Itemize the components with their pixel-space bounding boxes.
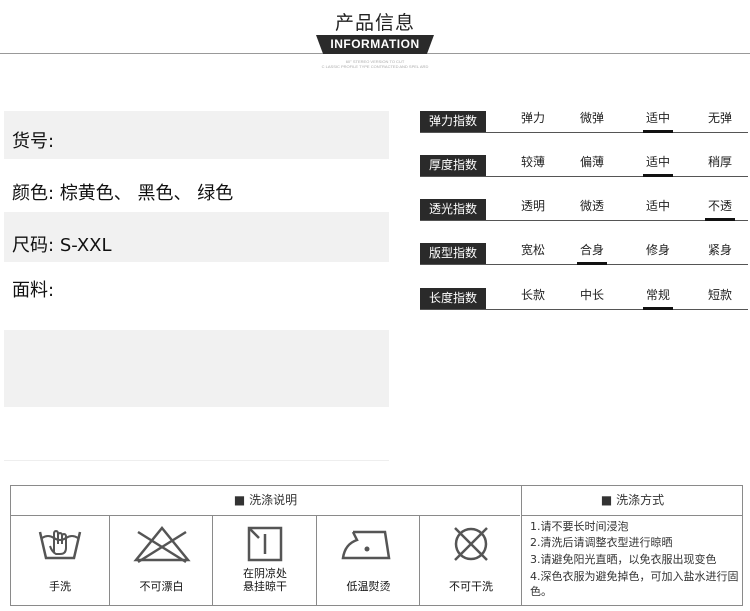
info-row-empty-2 — [4, 407, 389, 461]
index-label: 厚度指数 — [420, 155, 486, 176]
color-value: 棕黄色、 黑色、 绿色 — [59, 183, 234, 204]
index-option-selected: 合身 — [572, 241, 612, 265]
index-label: 长度指数 — [420, 288, 486, 309]
care-symbol-hand-wash: 手洗 — [11, 516, 109, 605]
low-iron-caption: 低温熨烫 — [346, 580, 391, 593]
index-option: 稍厚 — [707, 155, 732, 169]
care-symbol-shade-dry: 在阴凉处 悬挂晾干 — [212, 516, 317, 605]
hand-wash-caption: 手洗 — [49, 580, 71, 593]
index-row: 版型指数 宽松 合身 修身 紧身 — [420, 238, 748, 265]
low-iron-icon — [341, 530, 390, 560]
shade-dry-caption-line1: 在阴凉处 — [243, 567, 287, 580]
header-subtitle-line2: C LASSIC PROFILE TYPE CONTRACTED AND SPE… — [321, 64, 429, 69]
index-label: 弹力指数 — [420, 111, 486, 132]
size-value: S-XXL — [59, 235, 112, 256]
index-label: 透光指数 — [420, 199, 486, 220]
index-row: 长度指数 长款 中长 常规 短款 — [420, 283, 748, 310]
care-symbol-no-bleach: 不可漂白 — [109, 516, 213, 605]
index-option: 透明 — [520, 199, 545, 213]
fabric-label: 面料: — [12, 280, 55, 301]
index-row: 弹力指数 弹力 微弹 适中 无弹 — [420, 106, 748, 133]
no-bleach-icon — [132, 526, 191, 564]
index-option: 适中 — [645, 199, 670, 213]
information-badge: INFORMATION — [316, 35, 434, 54]
washing-method-header: ■ 洗涤方式 — [521, 486, 743, 516]
info-row-size: 尺码: S-XXL — [4, 212, 389, 262]
index-row: 透光指数 透明 微透 适中 不透 — [420, 194, 748, 221]
shade-dry-caption-line2: 悬挂晾干 — [243, 580, 287, 593]
no-dry-clean-caption: 不可干洗 — [449, 580, 493, 593]
index-option: 中长 — [579, 288, 604, 302]
index-label: 版型指数 — [420, 243, 486, 264]
index-option: 无弹 — [707, 111, 732, 125]
size-label: 尺码: — [12, 235, 55, 256]
index-option: 修身 — [645, 243, 670, 257]
index-option: 微透 — [579, 199, 604, 213]
header-subtitle: 60° STEREO VERSION TO CUT C LASSIC PROFI… — [0, 59, 750, 69]
info-row-fabric: 面料: — [4, 262, 389, 330]
index-option: 宽松 — [520, 243, 545, 257]
no-bleach-caption: 不可漂白 — [139, 580, 184, 593]
wash-note-3: 3.请避免阳光直晒，以免衣服出现变色 — [530, 553, 717, 566]
sku-label: 货号: — [12, 131, 55, 152]
index-option: 短款 — [707, 288, 732, 302]
index-option-selected: 不透 — [700, 197, 740, 221]
color-label: 颜色: — [12, 183, 55, 204]
wash-note-2: 2.清洗后请调整衣型进行晾晒 — [530, 536, 673, 549]
washing-instructions-header: ■ 洗涤说明 — [11, 486, 520, 516]
index-option: 弹力 — [520, 111, 545, 125]
index-option-selected: 适中 — [638, 153, 678, 177]
index-option: 较薄 — [520, 155, 545, 169]
washing-notes: 1.请不要长时间浸泡 2.清洗后请调整衣型进行晾晒 3.请避免阳光直晒，以免衣服… — [521, 516, 743, 605]
wash-note-4: 4.深色衣服为避免掉色，可加入盐水进行固色。 — [530, 570, 739, 598]
index-option-selected: 常规 — [638, 286, 678, 310]
index-option-selected: 适中 — [638, 109, 678, 133]
care-symbol-low-iron: 低温熨烫 — [316, 516, 420, 605]
info-row-empty-1 — [4, 330, 389, 407]
hand-wash-icon — [38, 529, 82, 560]
index-option: 长款 — [520, 288, 545, 302]
no-dry-clean-icon — [454, 527, 488, 561]
wash-note-1: 1.请不要长时间浸泡 — [530, 520, 629, 533]
index-option: 偏薄 — [579, 155, 604, 169]
index-row: 厚度指数 较薄 偏薄 适中 稍厚 — [420, 150, 748, 177]
index-option: 微弹 — [579, 111, 604, 125]
page-title: 产品信息 — [334, 12, 415, 34]
info-row-color: 颜色: 棕黄色、 黑色、 绿色 — [4, 159, 389, 212]
shade-dry-icon — [247, 526, 283, 562]
care-symbol-no-dry-clean: 不可干洗 — [419, 516, 522, 605]
index-option: 紧身 — [707, 243, 732, 257]
info-row-sku: 货号: — [4, 111, 389, 159]
